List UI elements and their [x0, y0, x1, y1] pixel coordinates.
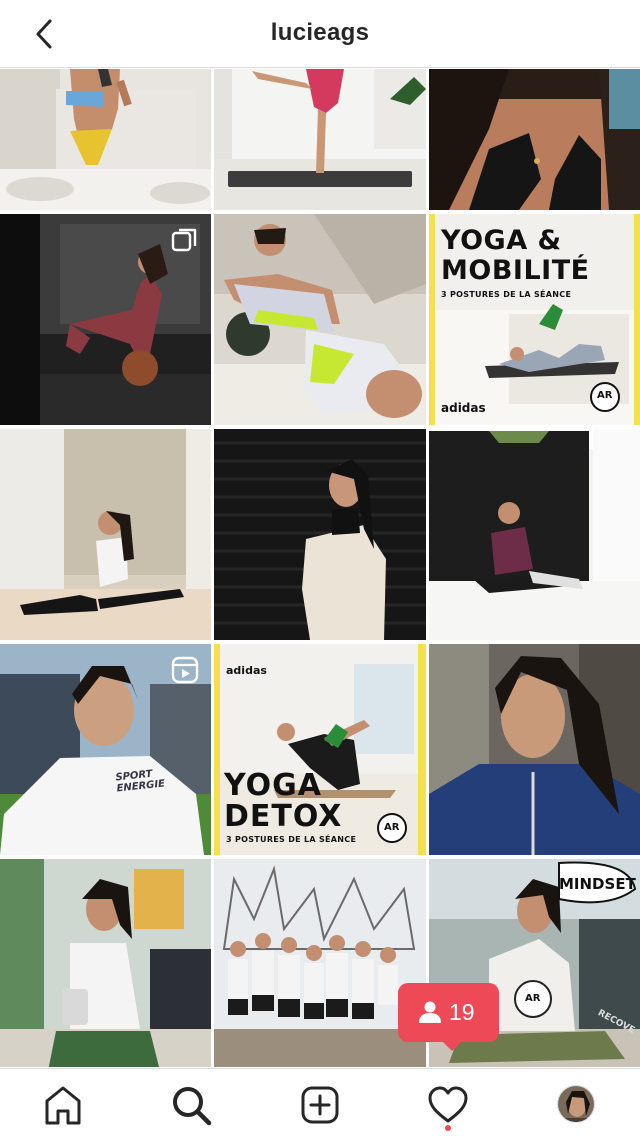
carousel-icon	[171, 228, 197, 252]
nav-new-post[interactable]	[298, 1083, 342, 1127]
post-overlay-title: YOGA & MOBILITÉ	[441, 225, 590, 286]
activity-notification-dot	[445, 1125, 451, 1131]
search-icon	[173, 1087, 212, 1126]
post-tile[interactable]	[214, 214, 426, 425]
post-image	[0, 69, 211, 210]
post-tile[interactable]	[0, 69, 211, 210]
explore-grid: YOGA & MOBILITÉ 3 POSTURES DE LA SÉANCE …	[0, 69, 640, 1067]
post-overlay-subtitle: 3 POSTURES DE LA SÉANCE	[441, 290, 572, 299]
post-tile[interactable]	[0, 859, 211, 1067]
post-overlay-logo: AR	[384, 822, 400, 833]
heart-icon	[428, 1086, 468, 1123]
user-icon	[419, 1001, 441, 1023]
post-image	[429, 429, 640, 640]
back-button[interactable]	[26, 14, 66, 54]
post-tile[interactable]	[214, 69, 426, 210]
post-image	[429, 69, 640, 210]
post-tile[interactable]: YOGA & MOBILITÉ 3 POSTURES DE LA SÉANCE …	[429, 214, 640, 425]
profile-username: lucieags	[270, 19, 370, 46]
post-tile[interactable]	[429, 69, 640, 210]
home-icon	[45, 1086, 81, 1125]
new-followers-count: 19	[449, 999, 475, 1025]
post-tile[interactable]: adidas YOGA DETOX 3 POSTURES DE LA SÉANC…	[214, 644, 426, 855]
post-overlay-brand: adidas	[226, 664, 267, 677]
nav-profile-avatar[interactable]	[557, 1085, 595, 1123]
post-tile[interactable]	[214, 859, 426, 1067]
post-image	[429, 644, 640, 855]
post-tile[interactable]	[0, 214, 211, 425]
profile-avatar	[558, 1086, 594, 1122]
post-overlay-brand: adidas	[441, 401, 486, 415]
post-overlay-doodle-text: MINDSET	[559, 875, 636, 893]
post-tile[interactable]	[429, 429, 640, 640]
add-post-icon	[301, 1086, 339, 1124]
post-image	[214, 214, 426, 425]
post-tile[interactable]	[429, 644, 640, 855]
post-image	[214, 429, 426, 640]
post-overlay-subtitle: 3 POSTURES DE LA SÉANCE	[226, 835, 357, 844]
post-tile[interactable]: SPORT ENERGIE	[0, 644, 211, 855]
post-image	[214, 859, 426, 1067]
post-image	[214, 69, 426, 210]
post-tile[interactable]	[0, 429, 211, 640]
reels-icon	[171, 656, 199, 684]
post-overlay-logo: AR	[597, 390, 613, 401]
nav-home[interactable]	[41, 1083, 85, 1127]
new-followers-badge[interactable]: 19	[398, 983, 499, 1051]
nav-activity[interactable]	[426, 1083, 470, 1127]
post-image	[0, 429, 211, 640]
post-image	[0, 859, 211, 1067]
post-overlay-logo: AR	[525, 993, 541, 1004]
bottom-navigation	[0, 1068, 640, 1138]
nav-search[interactable]	[169, 1083, 213, 1127]
chevron-left-icon	[36, 19, 52, 49]
top-header: lucieags	[0, 0, 640, 68]
post-tile[interactable]	[214, 429, 426, 640]
post-overlay-title: YOGA DETOX	[224, 768, 343, 834]
